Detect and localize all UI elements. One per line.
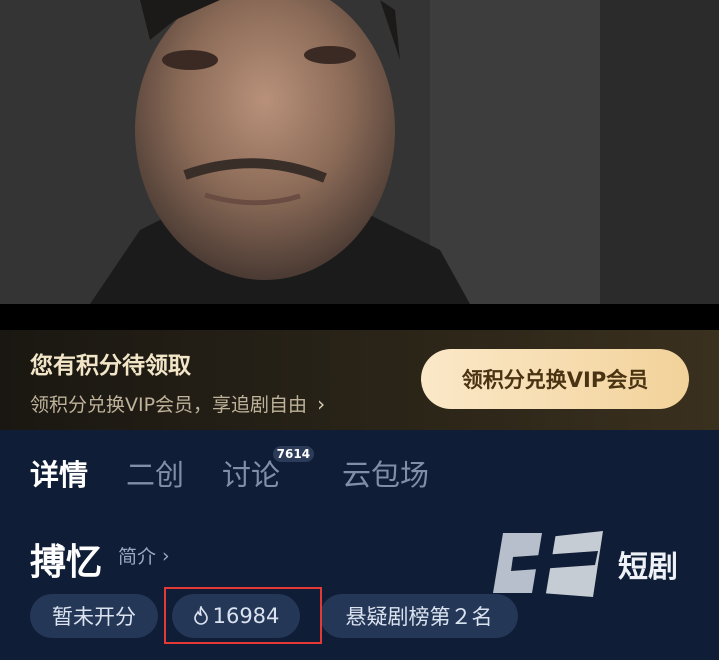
detail-tabs: 详情 二创 讨论 7614 云包场 bbox=[30, 446, 467, 496]
tab-details[interactable]: 详情 bbox=[30, 452, 88, 494]
promo-subtitle[interactable]: 领积分兑换VIP会员，享追剧自由 › bbox=[30, 390, 325, 417]
tab-discussion[interactable]: 讨论 7614 bbox=[222, 446, 315, 494]
ranking-tag[interactable]: 悬疑剧榜第２名 bbox=[320, 594, 518, 638]
chevron-right-icon: › bbox=[162, 544, 170, 567]
video-bottom-band bbox=[0, 304, 719, 330]
highlight-box bbox=[164, 587, 322, 644]
video-still-image bbox=[0, 0, 719, 304]
discussion-count-badge: 7614 bbox=[272, 446, 315, 462]
logo-text: 短剧 bbox=[618, 550, 678, 585]
brand-logo: 短剧 bbox=[493, 527, 678, 599]
tab-cloud-screening[interactable]: 云包场 bbox=[342, 452, 429, 494]
chevron-right-icon: › bbox=[317, 391, 326, 416]
tab-discussion-label: 讨论 bbox=[222, 458, 281, 492]
promo-title: 您有积分待领取 bbox=[30, 353, 191, 379]
rating-tag[interactable]: 暂未开分 bbox=[30, 594, 158, 638]
intro-link[interactable]: 简介 › bbox=[118, 542, 170, 569]
redeem-vip-button[interactable]: 领积分兑换VIP会员 bbox=[421, 349, 689, 409]
tab-derivatives[interactable]: 二创 bbox=[126, 452, 184, 494]
promo-subtitle-text: 领积分兑换VIP会员，享追剧自由 bbox=[30, 394, 308, 416]
video-frame[interactable] bbox=[0, 0, 719, 304]
intro-label: 简介 bbox=[118, 546, 157, 568]
show-title: 搏忆 bbox=[30, 542, 103, 583]
